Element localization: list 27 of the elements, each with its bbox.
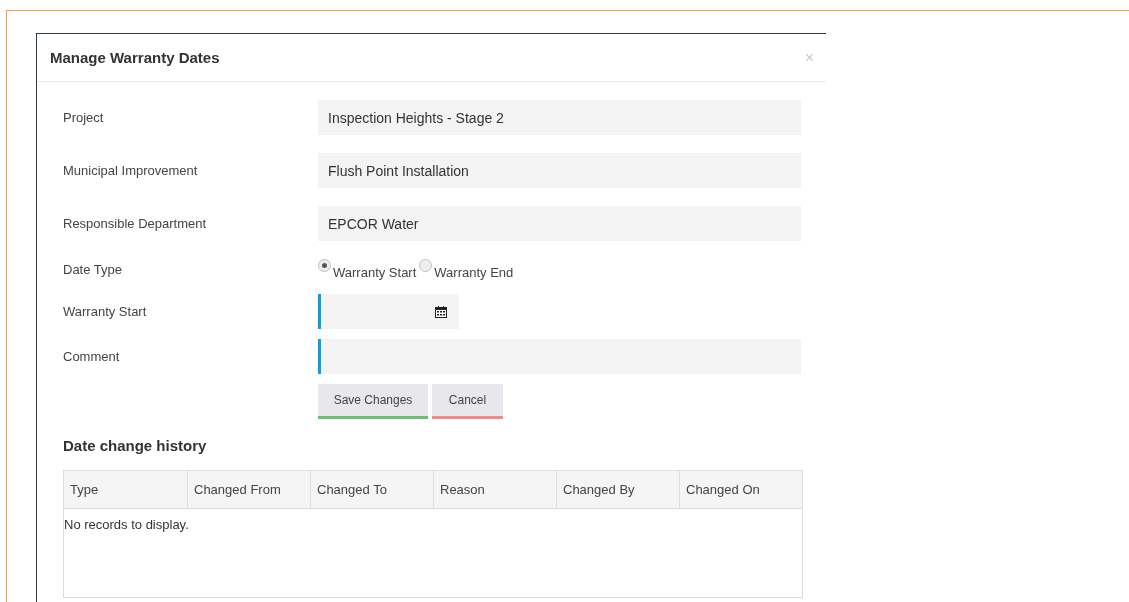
empty-message: No records to display. xyxy=(64,517,189,532)
column-header[interactable]: Changed To xyxy=(310,471,433,508)
readonly-field: Inspection Heights - Stage 2 xyxy=(318,100,801,135)
field-label: Warranty Start xyxy=(63,304,148,319)
cancel-button[interactable]: Cancel xyxy=(432,384,503,419)
section-heading: Date change history xyxy=(63,437,208,454)
field-label: Responsible Department xyxy=(63,216,208,231)
column-header[interactable]: Reason xyxy=(433,471,556,508)
radio-button[interactable] xyxy=(318,259,331,272)
radio-button[interactable] xyxy=(419,259,433,272)
calendar-icon[interactable] xyxy=(435,305,447,318)
readonly-field: Flush Point Installation xyxy=(318,153,801,188)
field-label: Project xyxy=(63,110,105,125)
column-header[interactable]: Changed From xyxy=(187,471,310,508)
dialog-title: Manage Warranty Dates xyxy=(50,49,220,66)
field-label: Municipal Improvement xyxy=(63,163,199,178)
field-label: Date Type xyxy=(63,262,124,277)
radio-label[interactable]: Warranty Start xyxy=(333,265,417,280)
field-label: Comment xyxy=(63,349,121,364)
column-header[interactable]: Changed On xyxy=(679,471,802,508)
column-header[interactable]: Type xyxy=(64,471,187,508)
column-header[interactable]: Changed By xyxy=(556,471,679,508)
radio-label[interactable]: Warranty End xyxy=(434,265,514,280)
readonly-field: EPCOR Water xyxy=(318,206,801,241)
date-field[interactable] xyxy=(318,294,459,329)
save-button[interactable]: Save Changes xyxy=(318,384,428,419)
comment-field[interactable] xyxy=(318,339,801,374)
